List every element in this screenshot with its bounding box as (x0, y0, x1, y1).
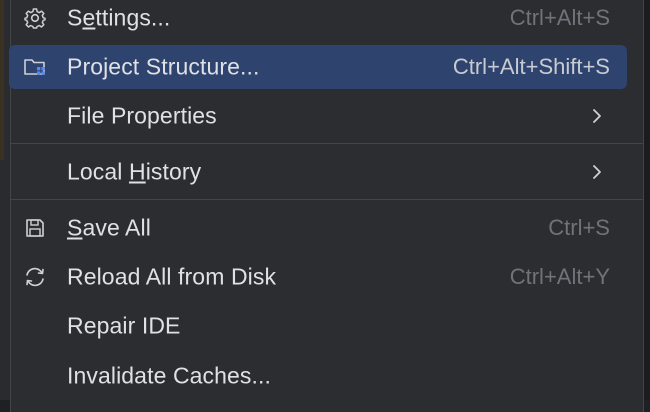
reload-icon (23, 265, 47, 289)
project-structure-icon (23, 55, 47, 79)
menu-item-label: Reload All from Disk (67, 263, 277, 290)
menu-item-project-structure[interactable]: Project Structure... Ctrl+Alt+Shift+S (9, 45, 627, 89)
menu-item-reload-all[interactable]: Reload All from Disk Ctrl+Alt+Y (9, 255, 627, 299)
editor-background-right (644, 0, 650, 400)
chevron-right-icon (589, 108, 605, 124)
menu-item-invalidate-caches[interactable]: Invalidate Caches... (9, 354, 627, 398)
menu-separator (10, 143, 644, 144)
menu-item-settings[interactable]: Settings... Ctrl+Alt+S (9, 0, 627, 40)
menu-item-save-all[interactable]: Save All Ctrl+S (9, 206, 627, 250)
menu-item-shortcut: Ctrl+Alt+S (509, 5, 610, 30)
editor-accent (0, 0, 4, 160)
menu-item-label: Repair IDE (67, 312, 181, 339)
menu-item-label: Local History (67, 158, 202, 185)
menu-item-local-history[interactable]: Local History (9, 150, 627, 194)
menu-item-shortcut: Ctrl+S (548, 215, 610, 240)
menu-item-label: Save All (67, 214, 151, 241)
menu-item-file-properties[interactable]: File Properties (9, 94, 627, 138)
menu-item-repair-ide[interactable]: Repair IDE (9, 304, 627, 348)
save-icon (23, 216, 47, 240)
menu-item-label: Invalidate Caches... (67, 362, 272, 389)
menu-item-shortcut: Ctrl+Alt+Y (509, 264, 610, 289)
menu-item-label: File Properties (67, 102, 217, 129)
menu-item-shortcut: Ctrl+Alt+Shift+S (452, 54, 610, 79)
menu-item-label: Settings... (67, 4, 171, 31)
menu-item-label: Project Structure... (67, 53, 260, 80)
menu-separator (10, 199, 644, 200)
chevron-right-icon (589, 164, 605, 180)
gear-icon (23, 6, 47, 30)
